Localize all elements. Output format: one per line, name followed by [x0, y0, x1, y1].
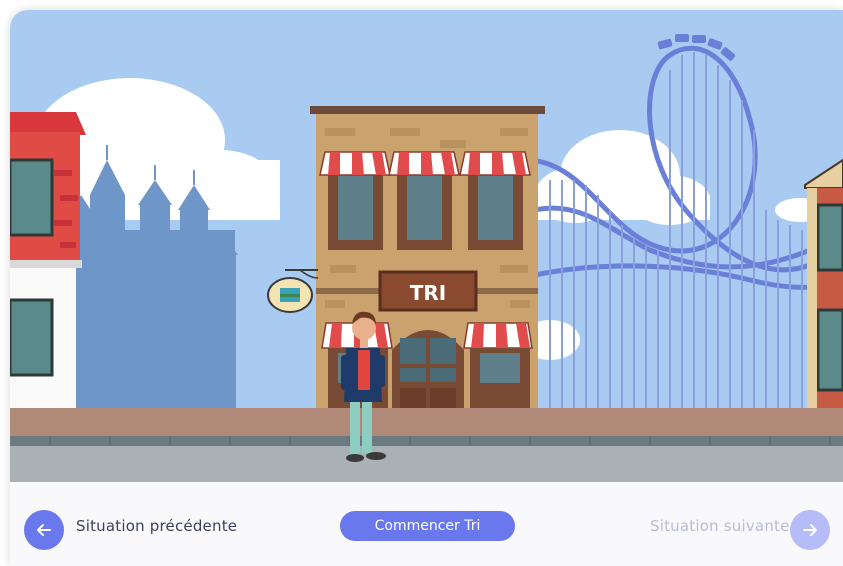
start-sorting-button[interactable]: Commencer Tri	[340, 511, 515, 541]
next-situation-button[interactable]	[790, 510, 830, 550]
arrow-left-icon	[37, 524, 51, 536]
shop-sign-text: TRI	[410, 281, 446, 305]
navigation-footer: Situation précédente Commencer Tri Situa…	[10, 482, 843, 566]
upper-windows	[328, 170, 523, 250]
previous-situation-label[interactable]: Situation précédente	[76, 517, 237, 535]
arrow-right-icon	[803, 524, 817, 536]
street	[10, 446, 843, 482]
building-brick-right	[804, 158, 843, 420]
curb	[10, 436, 843, 446]
next-situation-label[interactable]: Situation suivante	[650, 517, 790, 535]
building-red-left	[10, 112, 86, 418]
sidewalk	[10, 408, 843, 440]
street-scene: TRI	[10, 10, 843, 482]
game-frame: TRI Situation précédente Commencer Tri S…	[10, 10, 843, 566]
previous-situation-button[interactable]	[24, 510, 64, 550]
upper-awnings	[319, 151, 531, 176]
